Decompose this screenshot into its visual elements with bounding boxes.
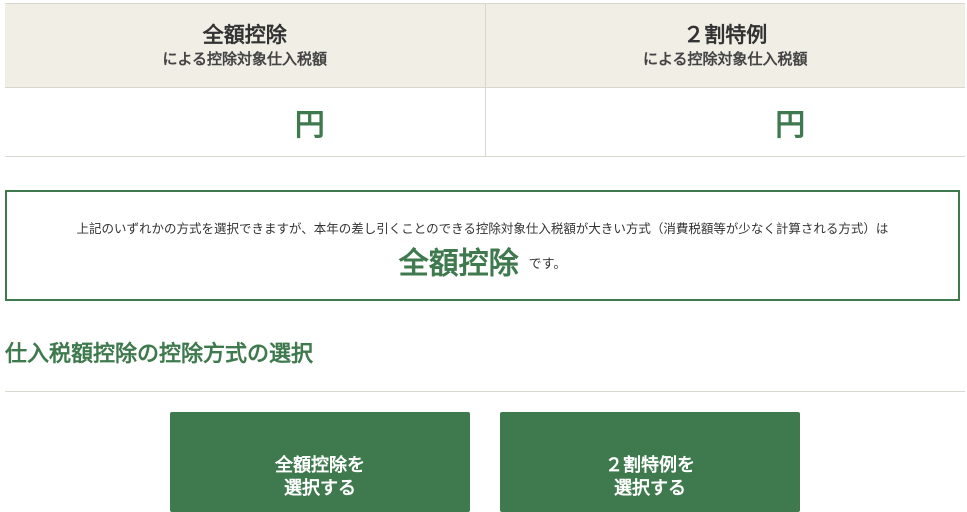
comparison-table: 全額控除 による控除対象仕入税額 ２割特例 による控除対象仕入税額 円 円 bbox=[5, 3, 965, 157]
select-full-deduction-label: 全額控除を 選択する bbox=[170, 454, 470, 500]
two-wari-subtitle: による控除対象仕入税額 bbox=[642, 49, 808, 68]
two-wari-title: ２割特例 bbox=[683, 22, 768, 47]
select-full-deduction-line2: 選択する bbox=[284, 478, 356, 499]
result-suffix: です。 bbox=[528, 256, 567, 272]
full-deduction-subtitle: による控除対象仕入税額 bbox=[162, 49, 328, 68]
result-line: 全額控除 です。 bbox=[7, 242, 958, 287]
select-two-wari-button[interactable]: ２割特例を 選択する bbox=[500, 412, 800, 512]
full-deduction-yen-unit: 円 bbox=[294, 108, 325, 143]
select-full-deduction-button[interactable]: 全額控除を 選択する bbox=[170, 412, 470, 512]
section-title: 仕入税額控除の控除方式の選択 bbox=[5, 342, 314, 367]
section-divider bbox=[5, 391, 965, 392]
full-deduction-amount-cell: 円 bbox=[5, 87, 485, 157]
two-wari-amount-cell: 円 bbox=[484, 87, 965, 157]
two-wari-yen-unit: 円 bbox=[775, 108, 806, 143]
full-deduction-header: 全額控除 による控除対象仕入税額 bbox=[5, 3, 485, 88]
result-box: 上記のいずれかの方式を選択できますが、本年の差し引くことのできる控除対象仕入税額… bbox=[5, 190, 960, 301]
full-deduction-title: 全額控除 bbox=[202, 22, 287, 47]
select-two-wari-line1: ２割特例を bbox=[605, 455, 695, 476]
two-wari-header: ２割特例 による控除対象仕入税額 bbox=[484, 3, 965, 88]
recommended-method: 全額控除 bbox=[398, 246, 519, 282]
select-full-deduction-line1: 全額控除を bbox=[275, 455, 365, 476]
select-two-wari-label: ２割特例を 選択する bbox=[500, 454, 800, 500]
result-description: 上記のいずれかの方式を選択できますが、本年の差し引くことのできる控除対象仕入税額… bbox=[76, 221, 889, 236]
select-two-wari-line2: 選択する bbox=[614, 478, 686, 499]
